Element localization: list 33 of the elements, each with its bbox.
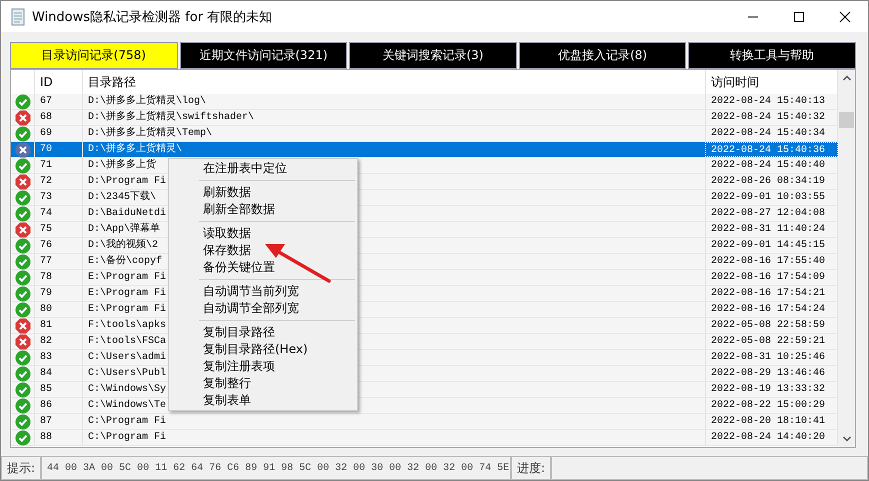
table-cell: 71 [34, 158, 82, 173]
table-cell: D:\拼多多上货精灵\swiftshader\ [82, 110, 705, 125]
progress-label: 进度: [511, 456, 552, 480]
table-cell: 75 [34, 222, 82, 237]
table-cell: 82 [34, 334, 82, 349]
table-cell: 88 [34, 430, 82, 445]
table-cell: 85 [34, 382, 82, 397]
hint-value: 44 00 3A 00 5C 00 11 62 64 76 C6 89 91 98 5C 00 32 00 30 00 32 00 32 00 74 5E [41, 456, 512, 480]
table-cell: 68 [34, 110, 82, 125]
table-cell: 74 [34, 206, 82, 221]
table-cell: 73 [34, 190, 82, 205]
table-cell: 72 [34, 174, 82, 189]
table-cell: 87 [34, 414, 82, 429]
table-cell: 84 [34, 366, 82, 381]
table-cell: 80 [34, 302, 82, 317]
table-cell: 83 [34, 350, 82, 365]
table-cell: 70 [34, 142, 82, 157]
table-cell: 79 [34, 286, 82, 301]
table-cell: 67 [34, 94, 82, 109]
window-title: Windows隐私记录检测器 for 有限的未知 [32, 8, 272, 26]
table-cell: 78 [34, 270, 82, 285]
table-cell: 77 [34, 254, 82, 269]
table-cell: D:\拼多多上货精灵\ [82, 142, 705, 157]
table-cell: 76 [34, 238, 82, 253]
table-cell: 69 [34, 126, 82, 141]
table-cell: 81 [34, 318, 82, 333]
table-cell: 2022-08-24 15:40:36 [705, 142, 838, 157]
table-cell: 86 [34, 398, 82, 413]
hint-label: 提示: [1, 456, 42, 480]
table-cell: C:\Program Fi [82, 430, 705, 445]
table-cell: C:\Program Fi [82, 414, 705, 429]
table-cell: D:\拼多多上货精灵\Temp\ [82, 126, 705, 141]
table-cell: D:\拼多多上货精灵\log\ [82, 94, 705, 109]
